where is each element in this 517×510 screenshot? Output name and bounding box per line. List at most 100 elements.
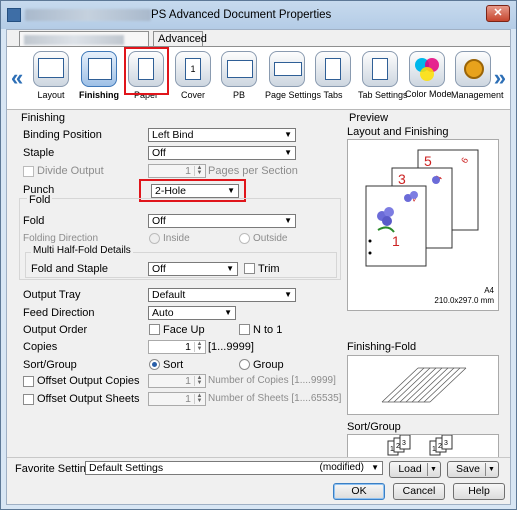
layout-preview: 5 6 3 4 1 2 [347,139,499,311]
staple-value: Off [152,147,166,159]
toolbar-item-pb[interactable]: PB [217,49,261,107]
title-blurred-printer-name [25,9,151,21]
svg-text:3: 3 [398,171,406,187]
face-up-checkbox[interactable] [149,324,160,335]
sort-radio[interactable] [149,359,160,370]
tab-blurred[interactable] [19,31,149,47]
spinner-arrows-icon: ▲ ▼ [194,393,204,404]
sort-stack-icon: 1 2 3 1 2 3 [387,434,453,456]
copies-spinner[interactable]: 1 ▲ ▼ [148,340,206,354]
trim-label: Trim [258,263,280,275]
svg-text:3: 3 [444,440,448,447]
favorite-setting-label: Favorite Setting [15,463,93,475]
feed-direction-value: Auto [152,307,174,319]
offset-output-copies-label: Offset Output Copies [37,375,140,387]
toolbar-label: Color Mode [405,89,452,99]
n-to-1-checkbox[interactable] [239,324,250,335]
load-label: Load [398,463,422,475]
toolbar-item-tab-settings[interactable]: Tab Settings [358,49,408,107]
sort-label: Sort [163,359,184,371]
feed-direction-select[interactable]: Auto ▼ [148,306,236,320]
toolbar-label: Tab Settings [358,90,408,100]
inside-radio[interactable] [149,233,160,244]
load-button[interactable]: Load ▼ [389,461,441,478]
feed-direction-label: Feed Direction [23,307,95,319]
n-to-1-label: N to 1 [253,324,283,336]
fold-label: Fold [23,215,45,227]
fold-and-staple-select[interactable]: Off ▼ [148,262,238,276]
finishing-panel: Finishing Binding Position Left Bind ▼ St… [15,112,345,457]
binding-position-label: Binding Position [23,129,102,141]
color-mode-icon [409,51,445,87]
help-button[interactable]: Help [453,483,505,500]
output-tray-value: Default [152,289,186,301]
toolbar-label: Layout [37,90,65,100]
toolbar-item-page-settings[interactable]: Page Settings [265,49,322,107]
save-button[interactable]: Save ▼ [447,461,499,478]
group-radio[interactable] [239,359,250,370]
favorite-setting-value: Default Settings [89,462,164,474]
offset-output-sheets-checkbox[interactable] [23,394,34,405]
sort-group-preview: 1 2 3 1 2 3 [347,434,499,458]
chevron-down-icon[interactable]: ▼ [485,463,497,476]
tab-advanced[interactable]: Advanced [153,31,207,47]
category-toolbar: « » Layout Finishing Paper 1 Cover PB Pa… [7,46,510,110]
divide-output-checkbox[interactable] [23,166,34,177]
paper-highlight-frame [124,47,169,95]
svg-text:1: 1 [392,233,400,249]
favorite-setting-select[interactable]: Default Settings (modified) ▼ [85,461,383,475]
page-settings-icon [269,51,305,87]
spinner-arrows-icon: ▲ ▼ [194,165,204,176]
number-of-sheets-label: Number of Sheets [1....65535] [208,393,342,404]
svg-text:2: 2 [438,443,442,450]
chevron-down-icon[interactable]: ▼ [427,463,439,476]
layout-and-finishing-label: Layout and Finishing [347,126,449,138]
paper-size-label: A4 [484,286,494,295]
divide-output-spinner[interactable]: 1 ▲ ▼ [148,164,206,178]
toolbar-item-finishing[interactable]: Finishing [77,49,121,107]
toolbar-label: Page Settings [265,90,322,100]
fold-select[interactable]: Off ▼ [148,214,296,228]
toolbar-item-cover[interactable]: 1 Cover [171,49,215,107]
output-order-label: Output Order [23,324,88,336]
pb-icon [221,51,257,87]
toolbar-item-tabs[interactable]: Tabs [311,49,355,107]
close-button[interactable]: ✕ [486,5,510,22]
outside-radio[interactable] [239,233,250,244]
scroll-right-arrow[interactable]: » [494,65,506,91]
binding-position-select[interactable]: Left Bind ▼ [148,128,296,142]
save-label: Save [456,463,480,475]
modified-label: (modified) [319,462,364,473]
finishing-icon [81,51,117,87]
staple-select[interactable]: Off ▼ [148,146,296,160]
toolbar-item-management[interactable]: Management [451,49,504,107]
svg-text:1: 1 [390,446,394,453]
output-tray-select[interactable]: Default ▼ [148,288,296,302]
sort-group-preview-label: Sort/Group [347,421,401,433]
offset-copies-spinner[interactable]: 1 ▲ ▼ [148,374,206,388]
tabs-icon [315,51,351,87]
output-tray-label: Output Tray [23,289,81,301]
copies-range-label: [1...9999] [208,341,254,353]
group-label: Group [253,359,284,371]
finishing-section-title: Finishing [21,112,66,124]
offset-output-sheets-label: Offset Output Sheets [37,393,140,405]
finishing-fold-label: Finishing-Fold [347,341,417,353]
divide-output-value: 1 [185,165,191,177]
toolbar-item-layout[interactable]: Layout [29,49,73,107]
trim-checkbox[interactable] [244,263,255,274]
scroll-left-arrow[interactable]: « [11,65,23,91]
toolbar-label: Tabs [323,90,343,100]
tab-settings-icon [362,51,398,87]
toolbar-item-color-mode[interactable]: Color Mode [405,49,452,107]
ok-button[interactable]: OK [333,483,385,500]
offset-sheets-spinner[interactable]: 1 ▲ ▼ [148,392,206,406]
offset-copies-value: 1 [185,375,191,387]
offset-output-copies-checkbox[interactable] [23,376,34,387]
dialog-footer: Favorite Setting Default Settings (modif… [7,457,510,505]
toolbar-label: PB [232,90,245,100]
window-title: PS Advanced Document Properties [151,9,332,21]
cancel-button[interactable]: Cancel [393,483,445,500]
chevron-down-icon: ▼ [284,290,292,299]
preview-panel: Preview Layout and Finishing 5 6 3 4 [347,112,505,458]
